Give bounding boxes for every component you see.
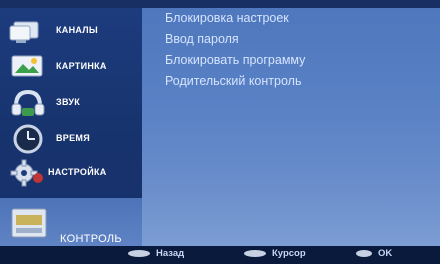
option-password-entry[interactable]: Ввод пароля	[165, 32, 239, 46]
sidebar: КАНАЛЫ КАРТИНКА ЗВУК ВРЕМЯ НАСТРОЙКА КОН…	[0, 8, 142, 254]
picture-icon	[8, 52, 48, 82]
sidebar-item-label: ЗВУК	[56, 97, 81, 107]
sidebar-item-label: КАНАЛЫ	[56, 25, 99, 35]
clock-icon	[8, 124, 48, 154]
ok-hint[interactable]: OK	[356, 248, 392, 262]
option-block-program[interactable]: Блокировать программу	[165, 53, 305, 67]
ok-button-icon	[356, 249, 372, 257]
lock-control-icon	[10, 203, 50, 241]
bottom-hint-bar: Назад Курсор OK	[0, 246, 440, 264]
back-hint[interactable]: Назад	[128, 248, 184, 262]
back-button-icon	[128, 249, 150, 257]
sidebar-item-label: НАСТРОЙКА	[48, 167, 107, 177]
tv-menu-screen: КАНАЛЫ КАРТИНКА ЗВУК ВРЕМЯ НАСТРОЙКА КОН…	[0, 0, 440, 264]
sidebar-item-label: КОНТРОЛЬ	[60, 233, 122, 245]
cursor-button-icon	[244, 249, 266, 257]
sidebar-item-time[interactable]: ВРЕМЯ	[0, 120, 142, 156]
cursor-hint[interactable]: Курсор	[244, 248, 306, 262]
sidebar-item-label: КАРТИНКА	[56, 61, 107, 71]
tv-channels-icon	[8, 16, 48, 46]
sidebar-item-label: ВРЕМЯ	[56, 133, 90, 143]
back-label: Назад	[156, 248, 185, 259]
cursor-label: Курсор	[272, 248, 306, 259]
sidebar-item-picture[interactable]: КАРТИНКА	[0, 48, 142, 84]
sidebar-item-setup[interactable]: НАСТРОЙКА	[0, 154, 142, 190]
option-settings-lock[interactable]: Блокировка настроек	[165, 11, 289, 25]
sidebar-item-sound[interactable]: ЗВУК	[0, 84, 142, 120]
ok-label: OK	[378, 248, 393, 259]
option-parental-control[interactable]: Родительский контроль	[165, 74, 301, 88]
gear-icon	[8, 158, 48, 188]
top-strip	[0, 0, 440, 8]
sidebar-item-channels[interactable]: КАНАЛЫ	[0, 12, 142, 48]
headphones-icon	[8, 88, 48, 118]
